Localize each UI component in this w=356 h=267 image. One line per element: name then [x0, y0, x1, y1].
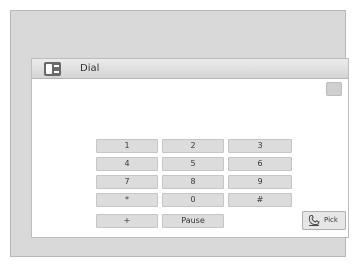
key-5[interactable]: 5 [162, 157, 224, 171]
clear-button[interactable] [326, 82, 342, 96]
key-2[interactable]: 2 [162, 139, 224, 153]
pick-up-phone-icon [308, 215, 320, 226]
key-star[interactable]: * [96, 193, 158, 207]
dial-screen: Dial 1 2 3 4 5 6 7 8 9 * 0 # + Pause Pic… [31, 58, 349, 238]
key-3[interactable]: 3 [228, 139, 292, 153]
pause-button[interactable]: Pause [162, 214, 224, 228]
screen-title: Dial [80, 63, 100, 74]
phone-icon [44, 62, 61, 76]
title-bar: Dial [32, 59, 348, 79]
key-1[interactable]: 1 [96, 139, 158, 153]
key-plus[interactable]: + [96, 214, 158, 228]
pick-label: Pick [324, 216, 338, 224]
key-0[interactable]: 0 [162, 193, 224, 207]
pick-button[interactable]: Pick [302, 211, 346, 230]
key-7[interactable]: 7 [96, 175, 158, 189]
key-6[interactable]: 6 [228, 157, 292, 171]
key-4[interactable]: 4 [96, 157, 158, 171]
device-frame: Dial 1 2 3 4 5 6 7 8 9 * 0 # + Pause Pic… [10, 10, 349, 257]
key-hash[interactable]: # [228, 193, 292, 207]
key-8[interactable]: 8 [162, 175, 224, 189]
key-9[interactable]: 9 [228, 175, 292, 189]
